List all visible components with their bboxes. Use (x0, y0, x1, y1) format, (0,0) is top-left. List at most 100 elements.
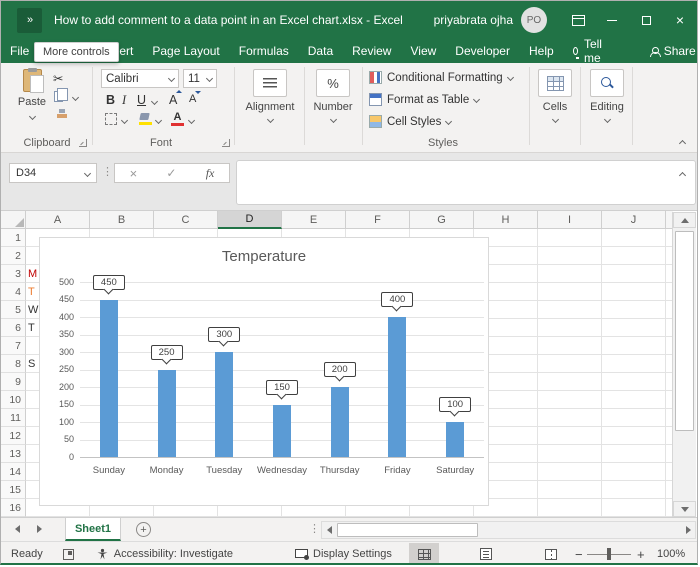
column-header-i[interactable]: I (538, 211, 602, 229)
bar-monday[interactable] (157, 369, 176, 457)
conditional-formatting-button[interactable]: Conditional Formatting (369, 71, 514, 84)
row-header-9[interactable]: 9 (1, 373, 26, 391)
font-size-select[interactable]: 11 (183, 69, 217, 88)
enter-formula-button[interactable]: ✓ (166, 166, 176, 180)
scroll-up-button[interactable] (673, 212, 696, 228)
row-header-2[interactable]: 2 (1, 247, 26, 265)
ribbon-tab-view[interactable]: View (410, 44, 436, 58)
fill-color-dropdown-chevron-icon[interactable] (154, 116, 163, 125)
bar-saturday[interactable] (446, 422, 465, 457)
column-header-c[interactable]: C (154, 211, 218, 229)
macro-record-icon[interactable] (62, 548, 74, 560)
column-header-g[interactable]: G (410, 211, 474, 229)
row-header-14[interactable]: 14 (1, 463, 26, 481)
scroll-left-button[interactable] (322, 522, 336, 538)
ribbon-tab-formulas[interactable]: Formulas (239, 44, 289, 58)
normal-view-button[interactable] (409, 543, 439, 563)
select-all-button[interactable] (1, 211, 26, 229)
collapse-formula-bar-chevron-icon[interactable] (678, 171, 687, 180)
bar-thursday[interactable] (330, 387, 349, 457)
zoom-level[interactable]: 100% (657, 548, 685, 560)
underline-dropdown-chevron-icon[interactable] (150, 97, 159, 106)
row-header-8[interactable]: 8 (1, 355, 26, 373)
zoom-out-button[interactable]: − (575, 547, 583, 562)
ribbon-tab-developer[interactable]: Developer (455, 44, 510, 58)
next-sheet-button[interactable] (37, 525, 42, 533)
cancel-formula-button[interactable]: × (130, 166, 138, 181)
display-settings-button[interactable]: Display Settings (313, 548, 392, 560)
scroll-right-button[interactable] (681, 522, 695, 538)
cells-button[interactable]: Cells (533, 69, 577, 125)
bar-friday[interactable] (388, 317, 407, 457)
user-avatar[interactable]: PO (521, 7, 547, 33)
row-header-12[interactable]: 12 (1, 427, 26, 445)
font-dialog-launcher[interactable] (222, 139, 230, 147)
row-header-5[interactable]: 5 (1, 301, 26, 319)
editing-button[interactable]: Editing (584, 69, 630, 125)
column-header-f[interactable]: F (346, 211, 410, 229)
vertical-scrollbar[interactable] (672, 212, 696, 517)
column-header-h[interactable]: H (474, 211, 538, 229)
grow-font-button[interactable]: A (169, 90, 183, 107)
chart-title[interactable]: Temperature (40, 248, 488, 265)
ribbon-tab-help[interactable]: Help (529, 44, 554, 58)
row-header-13[interactable]: 13 (1, 445, 26, 463)
alignment-button[interactable]: Alignment (244, 69, 296, 125)
bold-button[interactable]: B (106, 93, 115, 107)
zoom-in-button[interactable]: + (637, 547, 645, 562)
copy-button[interactable] (54, 88, 68, 105)
borders-dropdown-chevron-icon[interactable] (120, 116, 129, 125)
column-header-d[interactable]: D (218, 211, 282, 229)
zoom-slider-thumb[interactable] (607, 548, 611, 560)
copy-dropdown-chevron-icon[interactable] (71, 93, 80, 102)
font-name-select[interactable]: Calibri (101, 69, 179, 88)
paste-button[interactable]: Paste (11, 68, 53, 122)
column-header-a[interactable]: A (26, 211, 90, 229)
page-break-view-button[interactable] (538, 543, 564, 563)
collapse-ribbon-chevron-icon[interactable] (678, 139, 687, 148)
column-header-b[interactable]: B (90, 211, 154, 229)
row-header-16[interactable]: 16 (1, 499, 26, 517)
row-header-4[interactable]: 4 (1, 283, 26, 301)
format-painter-button[interactable] (56, 109, 68, 122)
shrink-font-button[interactable]: A (189, 91, 202, 105)
row-header-7[interactable]: 7 (1, 337, 26, 355)
accessibility-status[interactable]: Accessibility: Investigate (114, 548, 233, 560)
quick-access-overflow-button[interactable]: » (17, 7, 42, 33)
insert-function-button[interactable]: fx (206, 166, 215, 181)
sheet-tab-sheet1[interactable]: Sheet1 (65, 518, 121, 541)
bar-wednesday[interactable] (273, 404, 291, 457)
new-sheet-button[interactable]: + (136, 522, 151, 537)
row-header-15[interactable]: 15 (1, 481, 26, 499)
italic-button[interactable]: I (122, 93, 126, 108)
column-header-j[interactable]: J (602, 211, 666, 229)
bar-tuesday[interactable] (215, 352, 234, 457)
cell-styles-button[interactable]: Cell Styles (369, 115, 453, 128)
row-header-11[interactable]: 11 (1, 409, 26, 427)
font-color-button[interactable]: A (171, 111, 184, 126)
column-header-e[interactable]: E (282, 211, 346, 229)
previous-sheet-button[interactable] (15, 525, 20, 533)
underline-button[interactable]: U (137, 93, 146, 107)
close-button[interactable]: × (663, 1, 697, 39)
horizontal-scrollbar[interactable] (321, 521, 696, 539)
row-header-6[interactable]: 6 (1, 319, 26, 337)
tell-me-button[interactable]: Tell me (572, 37, 605, 65)
scroll-down-button[interactable] (673, 501, 696, 517)
cut-button[interactable]: ✂ (53, 71, 63, 86)
ribbon-tab-data[interactable]: Data (308, 44, 333, 58)
font-color-dropdown-chevron-icon[interactable] (187, 116, 196, 125)
maximize-button[interactable] (629, 1, 663, 39)
minimize-button[interactable] (595, 1, 629, 39)
share-button[interactable]: Share (649, 44, 696, 58)
borders-button[interactable] (105, 113, 117, 128)
ribbon-tab-file[interactable]: File (10, 44, 29, 58)
page-layout-view-button[interactable] (471, 543, 501, 563)
vertical-scrollbar-thumb[interactable] (675, 231, 694, 431)
clipboard-dialog-launcher[interactable] (79, 139, 87, 147)
formula-input[interactable] (236, 160, 696, 205)
chart[interactable]: Temperature 0 50 100 150 200 250 300 350 400 450 5… (39, 237, 489, 506)
bar-sunday[interactable] (99, 299, 118, 457)
account-user-name[interactable]: priyabrata ojha (434, 13, 513, 27)
ribbon-tab-page-layout[interactable]: Page Layout (152, 44, 219, 58)
